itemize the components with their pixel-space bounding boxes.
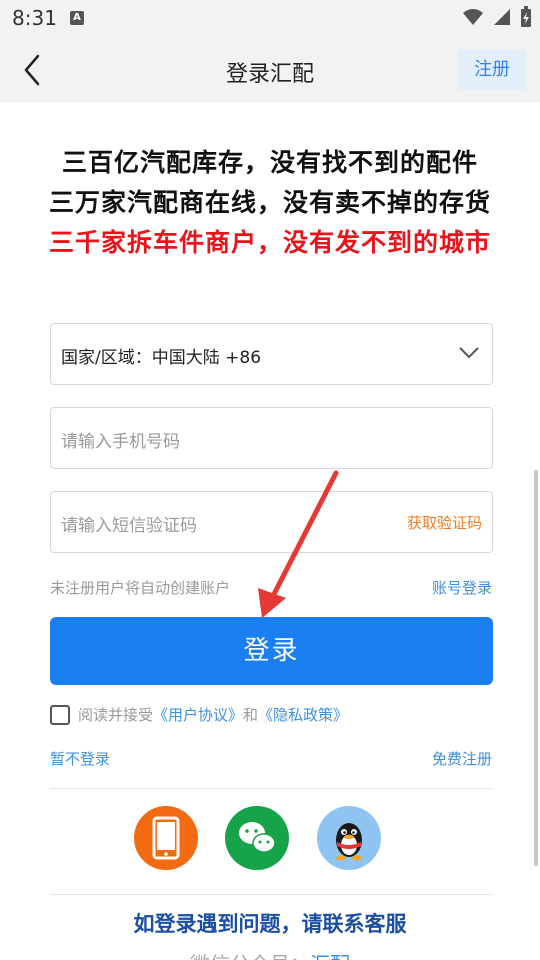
scrollbar[interactable] — [534, 470, 538, 866]
divider — [50, 894, 493, 895]
slogan-line-3: 三千家拆车件商户，没有发不到的城市 — [48, 228, 491, 257]
user-agreement-link[interactable]: 《用户协议》 — [153, 704, 243, 725]
account-login-link[interactable]: 账号登录 — [432, 577, 492, 598]
privacy-policy-link[interactable]: 《隐私政策》 — [258, 704, 348, 725]
agreement-row: 阅读并接受 《用户协议》 和 《隐私政策》 — [50, 704, 348, 725]
phone-icon — [152, 816, 180, 860]
divider — [50, 788, 493, 789]
wechat-label: 微信公众号： — [190, 952, 310, 960]
qq-icon — [336, 823, 362, 861]
auto-create-hint: 未注册用户将自动创建账户 — [50, 579, 231, 597]
agreement-and: 和 — [243, 706, 259, 724]
region-select[interactable]: 国家/区域：中国大陆 +86 — [50, 323, 493, 385]
login-button[interactable]: 登录 — [50, 617, 493, 685]
phone-input[interactable]: 请输入手机号码 — [50, 407, 493, 469]
get-code-button[interactable]: 获取验证码 — [407, 512, 482, 533]
wechat-login-button[interactable] — [225, 806, 289, 870]
agreement-prefix: 阅读并接受 — [78, 706, 154, 724]
app-header: 登录汇配 注册 — [0, 36, 540, 102]
chevron-down-icon — [459, 347, 479, 359]
register-button[interactable]: 注册 — [458, 50, 526, 90]
contact-support-text: 如登录遇到问题，请联系客服 — [133, 912, 407, 936]
signal-icon — [494, 9, 510, 25]
qq-login-button[interactable] — [317, 806, 381, 870]
battery-icon — [521, 6, 531, 27]
status-time: 8:31 — [12, 6, 57, 30]
free-register-link[interactable]: 免费注册 — [432, 748, 492, 769]
wechat-icon — [239, 822, 276, 853]
agreement-checkbox[interactable] — [50, 704, 70, 725]
status-icons — [462, 6, 532, 28]
wechat-account-line: 微信公众号：汇配 — [0, 948, 540, 960]
phone-placeholder: 请输入手机号码 — [61, 432, 180, 452]
notification-icon: A — [70, 11, 84, 25]
skip-login-link[interactable]: 暂不登录 — [50, 748, 110, 769]
status-bar: 8:31 A — [0, 0, 540, 36]
wechat-account-link[interactable]: 汇配 — [310, 952, 350, 960]
slogan-line-1: 三百亿汽配库存，没有找不到的配件 — [61, 148, 478, 177]
phone-login-button[interactable] — [134, 806, 198, 870]
sms-placeholder: 请输入短信验证码 — [61, 516, 197, 536]
sms-code-input[interactable]: 请输入短信验证码 获取验证码 — [50, 491, 493, 553]
slogan-line-2: 三万家汽配商在线，没有卖不掉的存货 — [48, 188, 491, 217]
region-value: 国家/区域：中国大陆 +86 — [61, 348, 262, 368]
wifi-icon — [463, 9, 483, 25]
